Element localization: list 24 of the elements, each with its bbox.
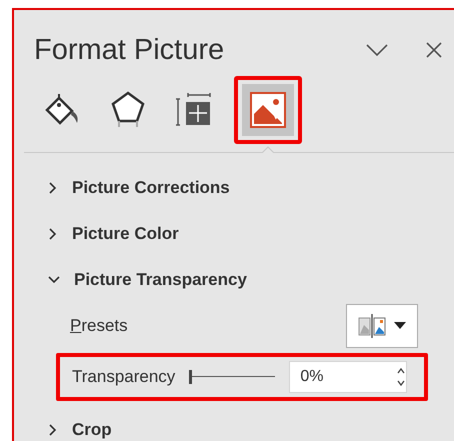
presets-label: Presets bbox=[70, 316, 129, 336]
picture-tab[interactable] bbox=[234, 76, 302, 144]
section-header[interactable]: Picture Color bbox=[14, 211, 179, 257]
chevron-right-icon bbox=[48, 182, 58, 194]
chevron-down-icon bbox=[48, 274, 60, 286]
chevron-right-icon bbox=[48, 424, 58, 436]
section-header[interactable]: Picture Corrections bbox=[14, 165, 230, 211]
slider-thumb[interactable] bbox=[189, 370, 192, 384]
presets-icon bbox=[358, 313, 386, 339]
size-position-icon bbox=[176, 93, 212, 127]
transparency-spinbox[interactable]: 0% bbox=[289, 361, 408, 393]
section-header[interactable]: Crop bbox=[14, 407, 112, 441]
chevron-right-icon bbox=[48, 228, 58, 240]
close-icon[interactable] bbox=[426, 42, 442, 58]
chevron-down-icon[interactable] bbox=[366, 43, 388, 57]
caret-icon bbox=[394, 322, 406, 330]
pentagon-icon bbox=[111, 91, 145, 129]
presets-dropdown[interactable] bbox=[346, 304, 418, 348]
pane-title: Format Picture bbox=[34, 34, 226, 66]
transparency-slider[interactable] bbox=[189, 370, 276, 384]
picture-icon bbox=[250, 92, 286, 128]
section-header[interactable]: Picture Transparency bbox=[14, 257, 247, 303]
transparency-label: Transparency bbox=[72, 367, 176, 387]
spin-arrows-icon[interactable] bbox=[396, 366, 406, 388]
